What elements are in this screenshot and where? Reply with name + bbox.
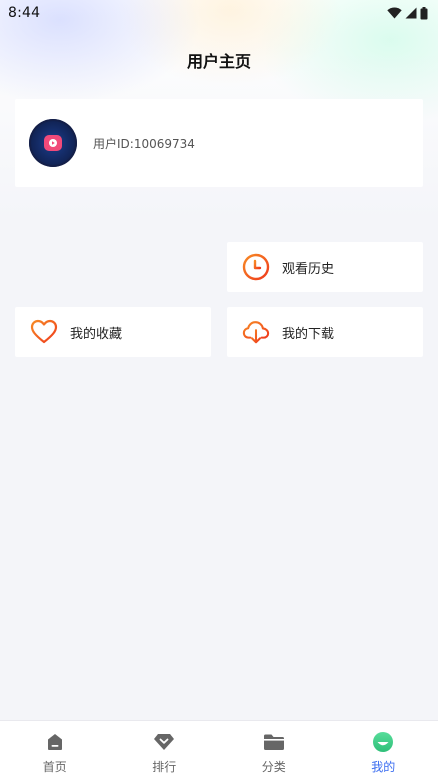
signal-icon	[405, 7, 417, 19]
watch-history-button[interactable]: 观看历史	[227, 242, 423, 292]
downloads-button[interactable]: 我的下载	[227, 307, 423, 357]
tab-profile[interactable]: 我的	[329, 721, 438, 779]
status-time: 8:44	[8, 5, 41, 21]
downloads-label: 我的下载	[282, 326, 335, 342]
profile-icon	[372, 731, 394, 753]
tab-profile-label: 我的	[371, 760, 396, 774]
heart-icon	[30, 318, 58, 346]
home-icon	[44, 731, 66, 753]
battery-icon	[420, 6, 428, 19]
status-bar: 8:44	[0, 0, 438, 26]
tab-home[interactable]: 首页	[0, 721, 110, 779]
favorites-label: 我的收藏	[70, 326, 123, 342]
wifi-icon	[387, 7, 402, 19]
ranking-icon	[153, 731, 175, 753]
page-title: 用户主页	[186, 52, 251, 71]
avatar[interactable]	[29, 119, 77, 167]
tab-home-label: 首页	[42, 760, 67, 774]
favorites-button[interactable]: 我的收藏	[15, 307, 211, 357]
tab-category[interactable]: 分类	[219, 721, 329, 779]
folder-icon	[263, 731, 285, 753]
tab-ranking-label: 排行	[152, 760, 177, 774]
tab-category-label: 分类	[261, 760, 286, 774]
cloud-download-icon	[242, 318, 270, 346]
profile-card[interactable]: 用户ID:10069734	[15, 99, 423, 187]
tab-ranking[interactable]: 排行	[110, 721, 220, 779]
watch-history-label: 观看历史	[282, 261, 335, 277]
bottom-nav: 首页 排行 分类 我的	[0, 720, 438, 779]
user-id-text: 用户ID:10069734	[93, 136, 195, 151]
play-logo-icon	[44, 135, 62, 151]
clock-icon	[242, 253, 270, 281]
status-icons	[387, 6, 428, 20]
